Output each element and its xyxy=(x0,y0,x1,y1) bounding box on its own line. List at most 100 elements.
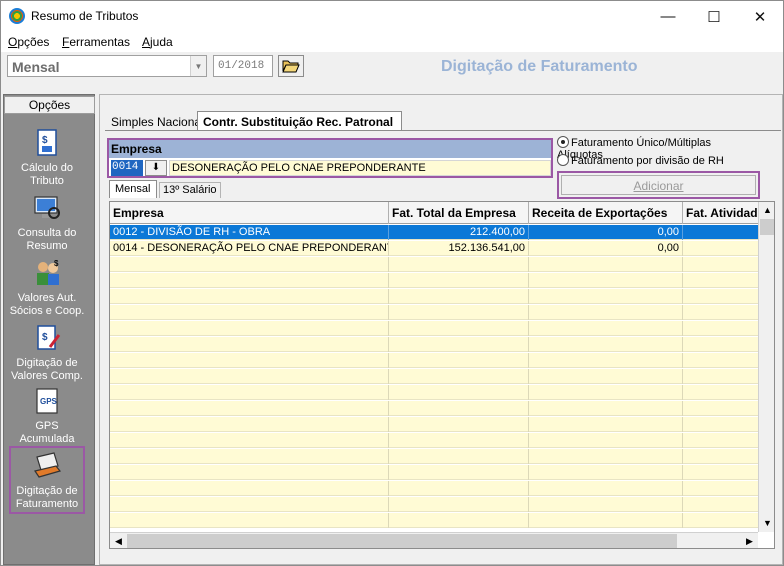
table-cell-fat-atividade[interactable] xyxy=(683,369,758,384)
table-cell-fat-atividade[interactable] xyxy=(683,273,758,288)
empty-table-row[interactable] xyxy=(110,305,758,320)
table-cell-receita-export[interactable] xyxy=(529,353,683,368)
empty-table-row[interactable] xyxy=(110,257,758,272)
table-cell-fat-atividade[interactable] xyxy=(683,465,758,480)
subtab-13-salario[interactable]: 13º Salário xyxy=(159,182,221,198)
table-cell-empresa[interactable] xyxy=(110,321,389,336)
table-cell-receita-export[interactable]: 0,00 xyxy=(529,225,683,240)
table-cell-receita-export[interactable] xyxy=(529,481,683,496)
table-cell-empresa[interactable] xyxy=(110,449,389,464)
empty-table-row[interactable] xyxy=(110,289,758,304)
scroll-down-icon[interactable]: ▼ xyxy=(759,515,774,532)
table-cell-fat-atividade[interactable] xyxy=(683,289,758,304)
menu-ajuda[interactable]: Ajuda xyxy=(142,35,173,49)
empty-table-row[interactable] xyxy=(110,273,758,288)
chevron-down-icon[interactable]: ▼ xyxy=(190,56,206,76)
table-cell-receita-export[interactable] xyxy=(529,289,683,304)
table-cell-empresa[interactable]: 0014 - DESONERAÇÃO PELO CNAE PREPONDERAN… xyxy=(110,241,389,256)
empty-table-row[interactable] xyxy=(110,417,758,432)
table-cell-empresa[interactable] xyxy=(110,273,389,288)
table-cell-fat-atividade[interactable] xyxy=(683,497,758,512)
table-cell-fat-total[interactable] xyxy=(389,257,529,272)
empty-table-row[interactable] xyxy=(110,465,758,480)
tab-simples-nacional[interactable]: Simples Nacional xyxy=(111,115,204,129)
table-cell-empresa[interactable] xyxy=(110,289,389,304)
table-cell-receita-export[interactable] xyxy=(529,497,683,512)
table-cell-fat-total[interactable] xyxy=(389,353,529,368)
table-cell-fat-total[interactable] xyxy=(389,273,529,288)
table-cell-fat-atividade[interactable] xyxy=(683,433,758,448)
menu-ferramentas[interactable]: Ferramentas xyxy=(62,35,130,49)
subtab-mensal[interactable]: Mensal xyxy=(109,180,157,198)
table-cell-fat-atividade[interactable] xyxy=(683,513,758,528)
period-select[interactable]: Mensal ▼ xyxy=(7,55,207,77)
open-button[interactable] xyxy=(278,55,304,77)
table-cell-receita-export[interactable] xyxy=(529,465,683,480)
empty-table-row[interactable] xyxy=(110,497,758,512)
table-cell-receita-export[interactable] xyxy=(529,417,683,432)
table-cell-fat-total[interactable] xyxy=(389,401,529,416)
table-cell-fat-total[interactable] xyxy=(389,337,529,352)
empty-table-row[interactable] xyxy=(110,385,758,400)
table-cell-fat-total[interactable]: 212.400,00 xyxy=(389,225,529,240)
minimize-button[interactable]: — xyxy=(645,1,691,32)
table-cell-empresa[interactable] xyxy=(110,401,389,416)
add-button[interactable]: Adicionar xyxy=(561,175,756,195)
table-cell-fat-atividade[interactable] xyxy=(683,257,758,272)
table-cell-fat-atividade[interactable] xyxy=(683,481,758,496)
table-cell-fat-total[interactable] xyxy=(389,449,529,464)
table-row[interactable]: 0014 - DESONERAÇÃO PELO CNAE PREPONDERAN… xyxy=(110,241,758,256)
table-cell-receita-export[interactable] xyxy=(529,433,683,448)
column-header-empresa[interactable]: Empresa xyxy=(110,202,389,224)
table-cell-fat-total[interactable] xyxy=(389,497,529,512)
empresa-name-field[interactable]: DESONERAÇÃO PELO CNAE PREPONDERANTE xyxy=(169,160,551,176)
table-cell-fat-atividade[interactable] xyxy=(683,385,758,400)
table-cell-fat-total[interactable] xyxy=(389,433,529,448)
table-cell-empresa[interactable] xyxy=(110,257,389,272)
empty-table-row[interactable] xyxy=(110,401,758,416)
sidebar-item-digitacao-valores-comp[interactable]: $ Digitação de Valores Comp. xyxy=(6,323,88,383)
table-cell-receita-export[interactable] xyxy=(529,273,683,288)
sidebar-item-gps-acumulada[interactable]: GPS GPS Acumulada xyxy=(6,386,88,446)
table-cell-empresa[interactable] xyxy=(110,305,389,320)
table-cell-fat-atividade[interactable] xyxy=(683,241,758,256)
table-cell-fat-total[interactable] xyxy=(389,465,529,480)
table-cell-empresa[interactable] xyxy=(110,513,389,528)
table-cell-fat-atividade[interactable] xyxy=(683,305,758,320)
close-button[interactable]: ✕ xyxy=(737,1,783,32)
table-cell-receita-export[interactable]: 0,00 xyxy=(529,241,683,256)
table-cell-fat-total[interactable] xyxy=(389,385,529,400)
sidebar-item-calculo-do-tributo[interactable]: $ Cálculo do Tributo xyxy=(6,128,88,188)
table-cell-fat-atividade[interactable] xyxy=(683,225,758,240)
table-cell-fat-total[interactable] xyxy=(389,369,529,384)
column-header-fat-atividade[interactable]: Fat. Atividad xyxy=(683,202,758,224)
table-cell-fat-total[interactable]: 152.136.541,00 xyxy=(389,241,529,256)
table-cell-empresa[interactable] xyxy=(110,337,389,352)
table-cell-receita-export[interactable] xyxy=(529,401,683,416)
table-cell-empresa[interactable] xyxy=(110,465,389,480)
table-cell-receita-export[interactable] xyxy=(529,449,683,464)
scroll-left-icon[interactable]: ◀ xyxy=(110,533,127,548)
maximize-button[interactable]: ☐ xyxy=(691,1,737,32)
table-cell-fat-total[interactable] xyxy=(389,289,529,304)
scroll-up-icon[interactable]: ▲ xyxy=(759,202,774,219)
table-cell-fat-total[interactable] xyxy=(389,321,529,336)
sidebar-header-button[interactable]: Opções xyxy=(4,96,95,114)
tab-contr-substituicao[interactable]: Contr. Substituição Rec. Patronal xyxy=(197,111,402,131)
table-cell-receita-export[interactable] xyxy=(529,513,683,528)
table-cell-empresa[interactable] xyxy=(110,481,389,496)
table-cell-receita-export[interactable] xyxy=(529,305,683,320)
table-cell-receita-export[interactable] xyxy=(529,321,683,336)
scroll-right-icon[interactable]: ▶ xyxy=(741,533,758,548)
table-cell-fat-total[interactable] xyxy=(389,481,529,496)
table-cell-receita-export[interactable] xyxy=(529,257,683,272)
competencia-date-field[interactable]: 01/2018 xyxy=(213,55,273,77)
empty-table-row[interactable] xyxy=(110,337,758,352)
empty-table-row[interactable] xyxy=(110,481,758,496)
empty-table-row[interactable] xyxy=(110,353,758,368)
menu-opcoes[interactable]: Opções xyxy=(8,35,49,49)
table-cell-fat-atividade[interactable] xyxy=(683,449,758,464)
empresa-dropdown-button[interactable]: ⬇ xyxy=(145,160,167,176)
table-cell-receita-export[interactable] xyxy=(529,337,683,352)
table-row[interactable]: 0012 - DIVISÃO DE RH - OBRA 212.400,00 0,0… xyxy=(110,225,758,240)
